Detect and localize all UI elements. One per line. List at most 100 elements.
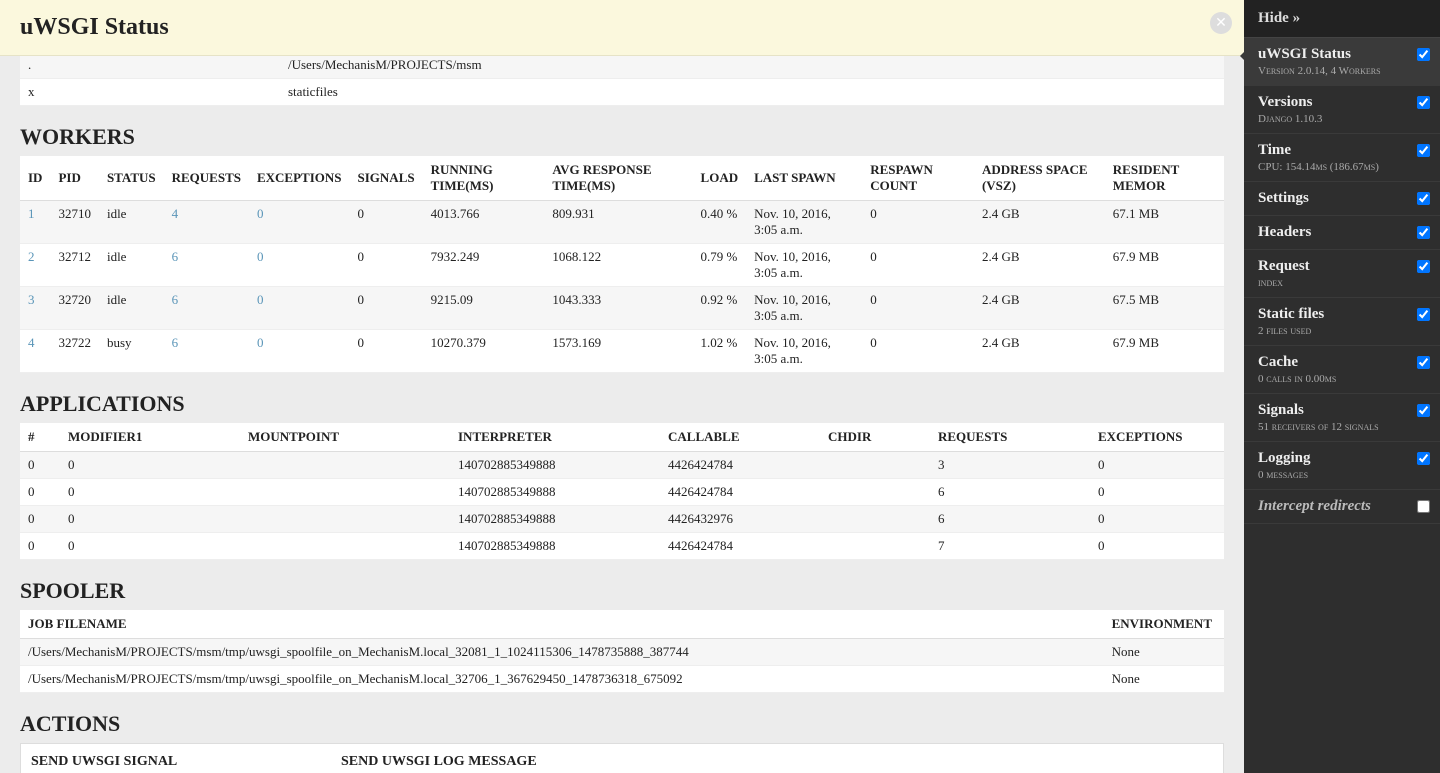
cell: /Users/MechanisM/PROJECTS/msm/tmp/uwsgi_…: [20, 639, 1104, 666]
cell[interactable]: 3: [20, 287, 50, 330]
sidebar-item[interactable]: Intercept redirects: [1244, 490, 1440, 524]
spooler-heading: SPOOLER: [20, 578, 1224, 604]
cell[interactable]: 6: [164, 287, 249, 330]
cell: 4426424784: [660, 452, 820, 479]
cell: 0.79 %: [693, 244, 747, 287]
cell: 9215.09: [423, 287, 545, 330]
sidebar-item-sub: 0 calls in 0.00ms: [1258, 373, 1426, 385]
cell: idle: [99, 201, 164, 244]
table-row: 232712idle6007932.2491068.1220.79 %Nov. …: [20, 244, 1224, 287]
col-header: REQUESTS: [930, 423, 1090, 452]
sidebar-item-title: Request: [1258, 258, 1426, 275]
sidebar-checkbox[interactable]: [1417, 144, 1430, 157]
cell[interactable]: 0: [249, 244, 350, 287]
sidebar-item[interactable]: Static files2 files used: [1244, 298, 1440, 346]
sidebar-checkbox[interactable]: [1417, 192, 1430, 205]
cell[interactable]: 4: [164, 201, 249, 244]
cell: 32710: [50, 201, 99, 244]
cell: 0.92 %: [693, 287, 747, 330]
cell: 0: [1090, 452, 1224, 479]
cell[interactable]: 0: [249, 201, 350, 244]
hide-button[interactable]: Hide: [1244, 0, 1440, 38]
col-header: PID: [50, 156, 99, 201]
col-header: REQUESTS: [164, 156, 249, 201]
table-row: /Users/MechanisM/PROJECTS/msm/tmp/uwsgi_…: [20, 639, 1224, 666]
sidebar-item[interactable]: VersionsDjango 1.10.3: [1244, 86, 1440, 134]
cell[interactable]: 0: [249, 287, 350, 330]
col-header: MOUNTPOINT: [240, 423, 450, 452]
cell: 0: [1090, 479, 1224, 506]
sidebar-item[interactable]: Signals 51 receivers of 12 signals: [1244, 394, 1440, 442]
cell: 1043.333: [544, 287, 692, 330]
sidebar-checkbox[interactable]: [1417, 500, 1430, 513]
sidebar-checkbox[interactable]: [1417, 452, 1430, 465]
cell: 7932.249: [423, 244, 545, 287]
cell: x: [20, 79, 280, 106]
col-header: AVG RESPONSE TIME(MS): [544, 156, 692, 201]
cell: 6: [930, 479, 1090, 506]
workers-table: IDPIDSTATUSREQUESTSEXCEPTIONSSIGNALSRUNN…: [20, 156, 1224, 373]
cell: 1.02 %: [693, 330, 747, 373]
applications-heading: APPLICATIONS: [20, 391, 1224, 417]
cell: 67.9 MB: [1105, 330, 1224, 373]
sidebar-item-sub: 51 receivers of 12 signals: [1258, 421, 1426, 433]
cell: 0: [350, 330, 423, 373]
cell[interactable]: 2: [20, 244, 50, 287]
sidebar-item-title: Signals: [1258, 402, 1426, 419]
sidebar-item-title: Intercept redirects: [1258, 498, 1426, 515]
sidebar-item[interactable]: Cache0 calls in 0.00ms: [1244, 346, 1440, 394]
col-header: STATUS: [99, 156, 164, 201]
sidebar-checkbox[interactable]: [1417, 308, 1430, 321]
cell: 1573.169: [544, 330, 692, 373]
sidebar-item-sub: Django 1.10.3: [1258, 113, 1426, 125]
sidebar: Hide uWSGI StatusVersion 2.0.14, 4 Worke…: [1244, 0, 1440, 773]
cell: [820, 533, 930, 560]
sidebar-item[interactable]: TimeCPU: 154.14ms (186.67ms): [1244, 134, 1440, 182]
cell: staticfiles: [280, 79, 1224, 106]
cell: Nov. 10, 2016, 3:05 a.m.: [746, 244, 862, 287]
sidebar-checkbox[interactable]: [1417, 356, 1430, 369]
sidebar-item[interactable]: Settings: [1244, 182, 1440, 216]
cell: [240, 533, 450, 560]
cell: 140702885349888: [450, 479, 660, 506]
cell: 2.4 GB: [974, 287, 1105, 330]
cell: 4426432976: [660, 506, 820, 533]
sidebar-item[interactable]: uWSGI StatusVersion 2.0.14, 4 Workers: [1244, 38, 1440, 86]
sidebar-item-title: uWSGI Status: [1258, 46, 1426, 63]
cell[interactable]: 0: [249, 330, 350, 373]
col-header: CHDIR: [820, 423, 930, 452]
actions-panel: SEND UWSGI SIGNAL Signal number Send SEN…: [20, 743, 1224, 773]
cell: None: [1104, 666, 1224, 693]
sidebar-checkbox[interactable]: [1417, 404, 1430, 417]
cell[interactable]: 4: [20, 330, 50, 373]
cell: 6: [930, 506, 1090, 533]
sidebar-checkbox[interactable]: [1417, 48, 1430, 61]
sidebar-item[interactable]: Request index: [1244, 250, 1440, 298]
cell[interactable]: 6: [164, 330, 249, 373]
cell: 10270.379: [423, 330, 545, 373]
cell: 0: [862, 244, 974, 287]
col-header: RESIDENT MEMOR: [1105, 156, 1224, 201]
sidebar-checkbox[interactable]: [1417, 260, 1430, 273]
cell: 0: [862, 287, 974, 330]
close-icon[interactable]: ✕: [1210, 12, 1232, 34]
table-row: 00140702885349888442643297660: [20, 506, 1224, 533]
sidebar-checkbox[interactable]: [1417, 96, 1430, 109]
col-header: JOB FILENAME: [20, 610, 1104, 639]
cell: [820, 479, 930, 506]
cell: /Users/MechanisM/PROJECTS/msm/tmp/uwsgi_…: [20, 666, 1104, 693]
cell: 0: [20, 506, 60, 533]
sidebar-item[interactable]: Logging0 messages: [1244, 442, 1440, 490]
cell: 4013.766: [423, 201, 545, 244]
cell: None: [1104, 639, 1224, 666]
cell[interactable]: 1: [20, 201, 50, 244]
sidebar-item-sub: 0 messages: [1258, 469, 1426, 481]
actions-heading: ACTIONS: [20, 711, 1224, 737]
cell: [820, 506, 930, 533]
cell: 7: [930, 533, 1090, 560]
cell: [240, 452, 450, 479]
sidebar-item-sub: index: [1258, 277, 1426, 289]
sidebar-checkbox[interactable]: [1417, 226, 1430, 239]
sidebar-item[interactable]: Headers: [1244, 216, 1440, 250]
cell[interactable]: 6: [164, 244, 249, 287]
